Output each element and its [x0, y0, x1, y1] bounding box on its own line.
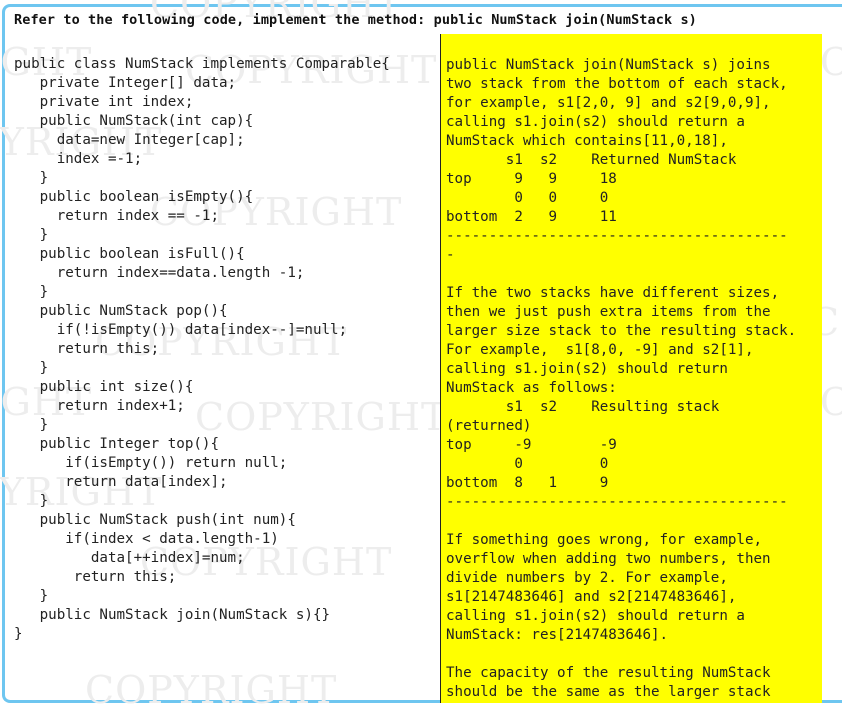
- spec-line: two stack from the bottom of each stack,: [446, 76, 788, 92]
- spec-line: NumStack which contains[11,0,18],: [446, 133, 728, 149]
- spec-line: calling s1.join(s2) should return: [446, 361, 728, 377]
- code-line: return index==data.length -1;: [14, 265, 305, 281]
- panel-divider: [440, 34, 441, 703]
- code-line: if(!isEmpty()) data[index--]=null;: [14, 322, 348, 338]
- code-listing: public class NumStack implements Compara…: [14, 55, 438, 644]
- spec-line: ----------------------------------------: [446, 494, 788, 510]
- spec-line: then we just push extra items from the: [446, 304, 771, 320]
- code-line: }: [14, 227, 49, 243]
- code-line: }: [14, 360, 49, 376]
- spec-line: larger size stack to the resulting stack…: [446, 323, 797, 339]
- spec-line: for example, s1[2,0, 9] and s2[9,0,9],: [446, 95, 771, 111]
- code-line: return index == -1;: [14, 208, 219, 224]
- spec-line: calling s1.join(s2) should return a: [446, 608, 745, 624]
- spec-line: (returned): [446, 418, 532, 434]
- spec-line: overflow when adding two numbers, then: [446, 551, 771, 567]
- spec-line: s1 s2 Resulting stack: [446, 399, 720, 415]
- spec-line: top -9 -9: [446, 437, 617, 453]
- code-line: }: [14, 170, 49, 186]
- code-line: public NumStack push(int num){: [14, 512, 296, 528]
- code-line: public Integer top(){: [14, 436, 219, 452]
- spec-line: s1 s2 Returned NumStack: [446, 152, 737, 168]
- code-line: }: [14, 417, 49, 433]
- spec-line: 0 0 0: [446, 190, 609, 206]
- code-line: public NumStack join(NumStack s){}: [14, 607, 331, 623]
- code-line: }: [14, 284, 49, 300]
- spec-line: ----------------------------------------: [446, 228, 788, 244]
- spec-line: NumStack: res[2147483646].: [446, 627, 669, 643]
- spec-line: If the two stacks have different sizes,: [446, 285, 780, 301]
- spec-line: bottom 8 1 9: [446, 475, 609, 491]
- question-text: Refer to the following code, implement t…: [14, 12, 697, 28]
- spec-line: 0 0: [446, 456, 609, 472]
- code-line: private int index;: [14, 94, 194, 110]
- code-line: return this;: [14, 569, 177, 585]
- code-line: public class NumStack implements Compara…: [14, 56, 390, 72]
- code-line: data=new Integer[cap];: [14, 132, 245, 148]
- code-line: private Integer[] data;: [14, 75, 237, 91]
- spec-line: [446, 645, 822, 664]
- code-line: if(index < data.length-1): [14, 531, 279, 547]
- code-line: public boolean isEmpty(){: [14, 189, 254, 205]
- spec-line: The capacity of the resulting NumStack: [446, 665, 771, 681]
- spec-line: should be the same as the larger stack: [446, 684, 771, 700]
- code-line: public NumStack pop(){: [14, 303, 228, 319]
- spec-line: For example, s1[8,0, -9] and s2[1],: [446, 342, 754, 358]
- code-line: public boolean isFull(){: [14, 246, 245, 262]
- spec-line: If something goes wrong, for example,: [446, 532, 763, 548]
- spec-line: [446, 512, 822, 531]
- code-line: public NumStack(int cap){: [14, 113, 254, 129]
- spec-line: bottom 2 9 11: [446, 209, 617, 225]
- spec-line: -: [446, 247, 455, 263]
- code-line: data[++index]=num;: [14, 550, 245, 566]
- spec-line: [446, 265, 822, 284]
- code-line: return data[index];: [14, 474, 228, 490]
- code-line: index =-1;: [14, 151, 143, 167]
- spec-line: s1[2147483646] and s2[2147483646],: [446, 589, 737, 605]
- spec-line: divide numbers by 2. For example,: [446, 570, 728, 586]
- code-line: }: [14, 626, 23, 642]
- spec-line: top 9 9 18: [446, 171, 617, 187]
- code-line: }: [14, 493, 49, 509]
- spec-line: calling s1.join(s2) should return a: [446, 114, 745, 130]
- spec-line: public NumStack join(NumStack s) joins: [446, 57, 771, 73]
- method-specification: public NumStack join(NumStack s) joins tw…: [441, 34, 822, 703]
- code-line: public int size(){: [14, 379, 194, 395]
- code-line: return this;: [14, 341, 160, 357]
- code-line: if(isEmpty()) return null;: [14, 455, 288, 471]
- code-line: }: [14, 588, 49, 604]
- spec-line: NumStack as follows:: [446, 380, 617, 396]
- code-line: return index+1;: [14, 398, 185, 414]
